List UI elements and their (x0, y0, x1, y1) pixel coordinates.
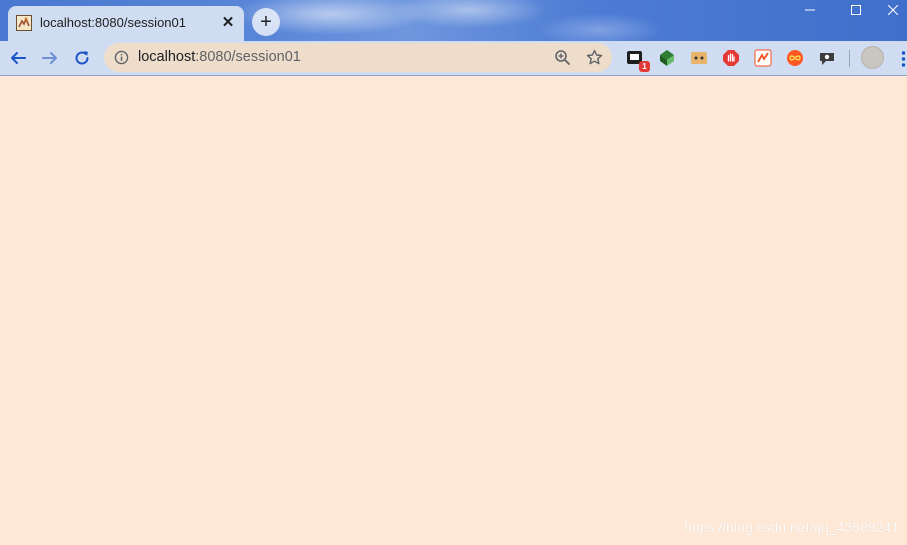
bookmark-star-icon[interactable] (586, 49, 603, 66)
maximize-icon (851, 5, 861, 15)
minimize-button[interactable] (787, 0, 833, 20)
new-tab-button[interactable]: + (252, 8, 280, 36)
browser-toolbar: localhost:8080/session01 1 (0, 41, 907, 76)
extension-2-icon[interactable] (658, 49, 676, 67)
tab-title: localhost:8080/session01 (40, 15, 186, 30)
reload-button[interactable] (70, 46, 94, 70)
url-path: :8080/session01 (195, 49, 301, 65)
extension-6-icon[interactable] (786, 49, 804, 67)
address-bar[interactable]: localhost:8080/session01 (104, 43, 612, 72)
extension-5-glyph-icon (754, 49, 772, 67)
extension-7-icon[interactable] (818, 49, 836, 67)
extension-6-glyph-icon (787, 50, 803, 66)
back-button[interactable] (6, 46, 30, 70)
toolbar-divider (849, 50, 850, 67)
tab-close-icon[interactable]: ✕ (220, 14, 236, 31)
url-text[interactable]: localhost:8080/session01 (138, 49, 301, 65)
zoom-icon[interactable] (554, 49, 571, 66)
site-info-icon[interactable] (114, 50, 129, 65)
minimize-icon (805, 9, 815, 11)
tab-strip: localhost:8080/session01 ✕ + (0, 0, 907, 41)
extension-5-icon[interactable] (754, 49, 772, 67)
extension-3-icon[interactable] (690, 49, 708, 67)
forward-arrow-icon (42, 52, 57, 64)
extension-3-glyph-icon (691, 52, 707, 64)
kebab-menu-icon[interactable] (900, 50, 907, 68)
extension-7-glyph-icon (820, 53, 834, 65)
extension-1-icon[interactable]: 1 (626, 49, 650, 72)
reload-icon (75, 51, 89, 65)
adblock-glyph-icon (723, 50, 739, 66)
adblock-icon[interactable] (722, 49, 740, 67)
forward-button[interactable] (38, 46, 62, 70)
extension-badge: 1 (639, 61, 650, 72)
window-close-button[interactable] (879, 0, 907, 20)
window-close-icon (888, 5, 898, 15)
back-arrow-icon (11, 52, 26, 64)
active-tab[interactable]: localhost:8080/session01 ✕ (8, 6, 244, 41)
tomcat-favicon-icon (16, 15, 32, 31)
maximize-button[interactable] (833, 0, 879, 20)
watermark-text: https://blog.csdn.net/qq_43589241 (684, 519, 899, 535)
profile-avatar[interactable] (861, 46, 884, 69)
url-host: localhost (138, 49, 196, 65)
extension-2-glyph-icon (660, 50, 674, 66)
page-content: https://blog.csdn.net/qq_43589241 (0, 76, 907, 545)
